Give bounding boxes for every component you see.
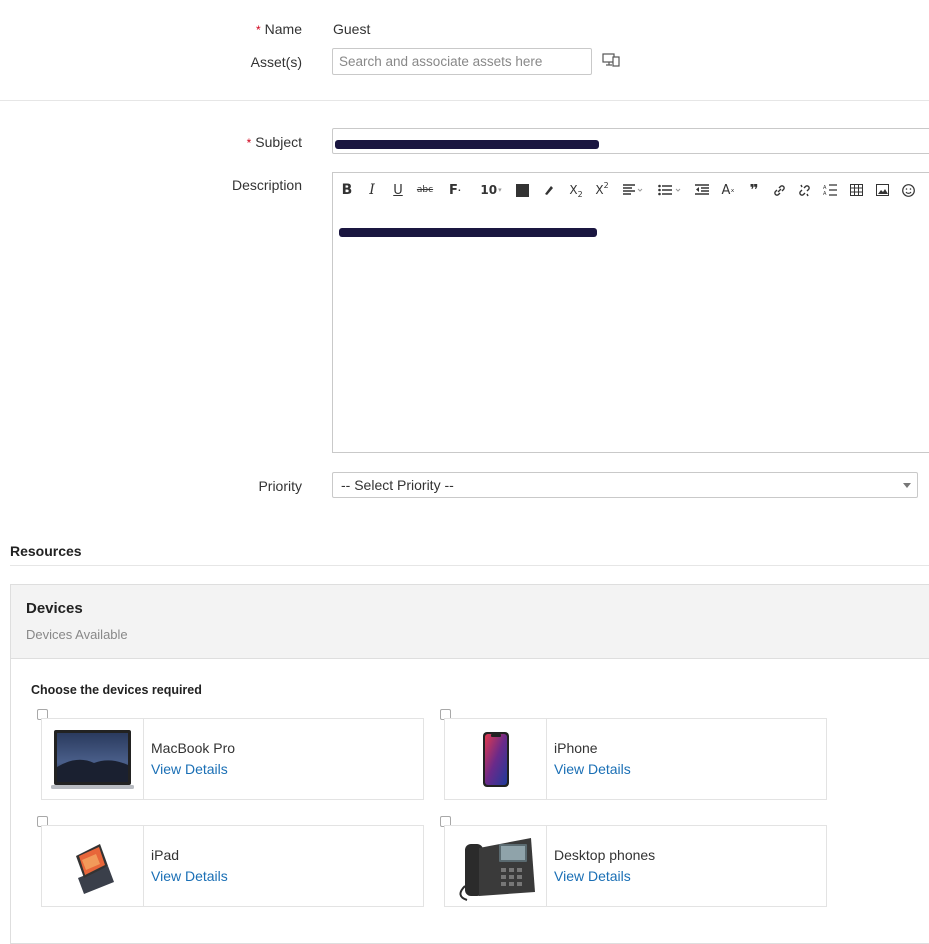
device-name: Desktop phones — [554, 847, 656, 863]
view-details-link[interactable]: View Details — [151, 761, 228, 777]
priority-select[interactable]: -- Select Priority -- — [332, 472, 918, 498]
emoji-icon[interactable] — [900, 180, 916, 200]
list-icon[interactable] — [657, 180, 683, 200]
required-marker: * — [246, 136, 252, 150]
device-card: iPhone View Details — [444, 718, 827, 800]
devices-panel: Devices Devices Available Choose the dev… — [10, 584, 929, 944]
link-icon[interactable] — [771, 180, 787, 200]
device-card: MacBook Pro View Details — [41, 718, 424, 800]
device-name: iPad — [151, 847, 180, 863]
strikethrough-icon[interactable]: abc — [416, 180, 434, 200]
italic-icon[interactable]: I — [364, 180, 380, 200]
name-label: * Name — [255, 21, 302, 37]
asset-picker-icon[interactable] — [602, 53, 620, 67]
table-icon[interactable] — [848, 180, 864, 200]
font-family-icon[interactable]: F · — [445, 180, 465, 200]
image-icon[interactable] — [874, 180, 890, 200]
devices-panel-header: Devices Devices Available — [11, 585, 929, 659]
view-details-link[interactable]: View Details — [554, 761, 631, 777]
choose-devices-label: Choose the devices required — [31, 683, 202, 697]
view-details-link[interactable]: View Details — [554, 868, 631, 884]
ipad-image — [42, 826, 144, 906]
assets-label: Asset(s) — [250, 54, 302, 70]
section-divider — [0, 100, 929, 101]
macbook-image — [42, 719, 144, 799]
required-marker: * — [255, 23, 261, 37]
subject-label: * Subject — [246, 134, 302, 150]
assets-search-input[interactable] — [332, 48, 592, 75]
line-height-icon[interactable]: AA — [822, 180, 838, 200]
device-name: MacBook Pro — [151, 740, 236, 756]
priority-label: Priority — [258, 478, 302, 494]
align-icon[interactable] — [621, 180, 645, 200]
view-details-link[interactable]: View Details — [151, 868, 228, 884]
outdent-icon[interactable] — [694, 180, 710, 200]
quote-icon[interactable]: ❞ — [746, 180, 762, 200]
devices-subtitle: Devices Available — [26, 627, 128, 642]
subject-input[interactable] — [332, 128, 929, 154]
devices-title: Devices — [26, 600, 83, 617]
underline-icon[interactable]: U — [390, 180, 406, 200]
clear-format-icon[interactable]: Aₓ — [720, 180, 736, 200]
resources-divider — [10, 565, 929, 566]
redacted-description-text — [339, 228, 597, 237]
highlight-icon[interactable] — [541, 180, 557, 200]
device-name: iPhone — [554, 740, 598, 756]
device-card: iPad View Details — [41, 825, 424, 907]
text-color-icon[interactable] — [514, 180, 530, 200]
unlink-icon[interactable] — [796, 180, 812, 200]
name-value: Guest — [333, 21, 371, 37]
editor-toolbar: B I U abc F · 10 ▾ X2 X2 Aₓ ❞ AA — [332, 172, 929, 206]
device-card: Desktop phones View Details — [444, 825, 827, 907]
subscript-icon[interactable]: X2 — [567, 180, 585, 200]
svg-text:A: A — [823, 191, 827, 196]
iphone-image — [445, 719, 547, 799]
description-editor[interactable] — [332, 205, 929, 453]
dropdown-caret-icon — [903, 483, 911, 488]
bold-icon[interactable]: B — [339, 180, 355, 200]
resources-heading: Resources — [10, 543, 82, 559]
redacted-subject-text — [335, 140, 599, 149]
description-label: Description — [231, 177, 302, 193]
superscript-icon[interactable]: X2 — [593, 180, 611, 200]
desktop-phone-image — [445, 826, 547, 906]
font-size-dropdown[interactable]: 10 ▾ — [478, 180, 504, 200]
